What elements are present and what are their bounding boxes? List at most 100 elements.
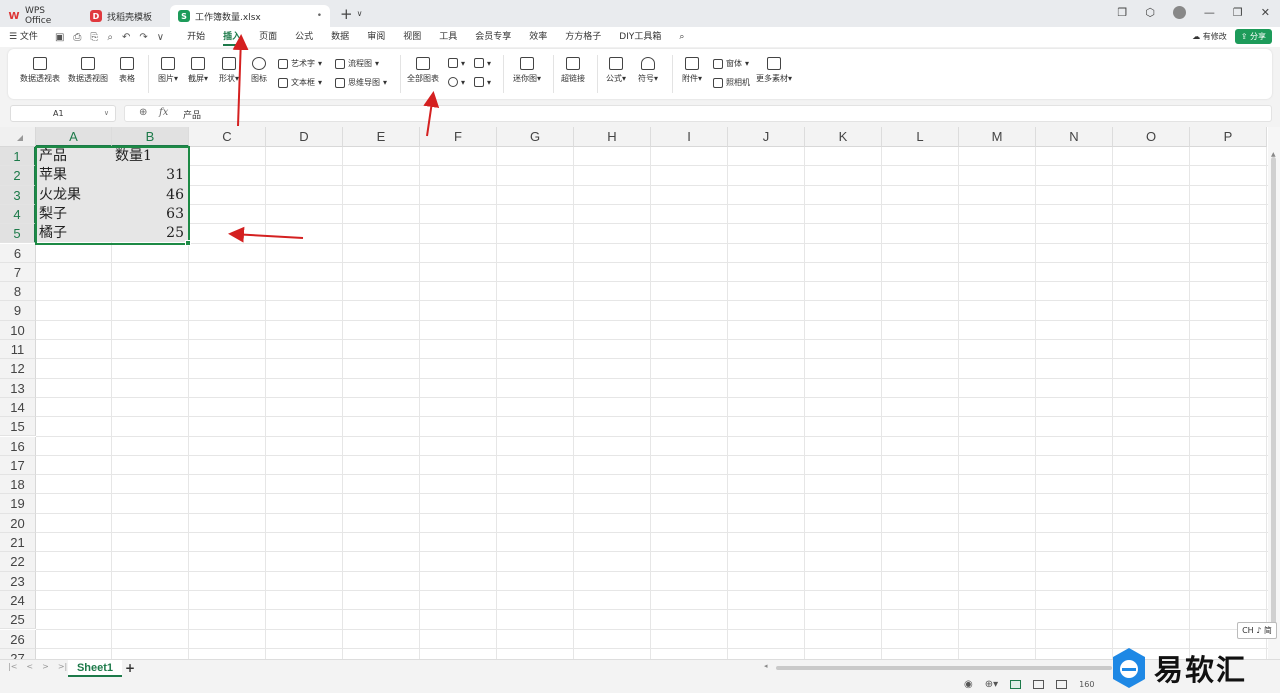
row-header-19[interactable]: 19 xyxy=(0,494,36,514)
pivot-table-button[interactable]: 数据透视表 xyxy=(18,57,62,84)
icon-button[interactable]: 图标 xyxy=(248,57,270,84)
new-tab-button[interactable]: + xyxy=(340,5,353,23)
row-header-7[interactable]: 7 xyxy=(0,262,36,283)
art-text-button[interactable]: 艺术字 ▾ xyxy=(278,58,322,69)
tab-close-icon[interactable]: • xyxy=(317,11,322,21)
col-header-p[interactable]: P xyxy=(1190,127,1267,147)
redo-icon[interactable]: ↷ xyxy=(139,32,147,43)
menu-member[interactable]: 会员专享 xyxy=(466,27,520,47)
table-button[interactable]: 表格 xyxy=(116,57,138,84)
scroll-thumb[interactable] xyxy=(1271,157,1276,627)
row-header-18[interactable]: 18 xyxy=(0,475,36,495)
text-box-button[interactable]: 文本框 ▾ xyxy=(278,77,322,88)
col-header-h[interactable]: H xyxy=(574,127,651,147)
col-header-d[interactable]: D xyxy=(266,127,343,147)
row-header-26[interactable]: 26 xyxy=(0,629,36,649)
tab-workbook[interactable]: S 工作簿数量.xlsx • xyxy=(170,5,330,27)
mindmap-button[interactable]: 思维导图 ▾ xyxy=(335,77,387,88)
col-header-f[interactable]: F xyxy=(420,127,497,147)
column-chart-button[interactable]: ▾ xyxy=(448,58,465,68)
print-icon[interactable]: ⎘ xyxy=(90,32,98,43)
menu-diy-toolbox[interactable]: DIY工具箱 xyxy=(610,27,670,47)
menu-insert[interactable]: 插入 xyxy=(214,27,250,47)
row-header-23[interactable]: 23 xyxy=(0,571,36,591)
tab-list-icon[interactable]: ∨ xyxy=(357,9,363,18)
col-header-k[interactable]: K xyxy=(805,127,882,147)
more-material-button[interactable]: 更多素材▾ xyxy=(753,57,795,84)
row-header-13[interactable]: 13 xyxy=(0,378,36,398)
modified-indicator[interactable]: ☁ 有修改 xyxy=(1192,31,1227,42)
row-header-3[interactable]: 3 xyxy=(0,185,36,205)
form-button[interactable]: 窗体 ▾ xyxy=(713,58,749,69)
data-cell[interactable]: 63 xyxy=(112,204,188,224)
row-header-5[interactable]: 5 xyxy=(0,224,36,244)
row-header-11[interactable]: 11 xyxy=(0,340,36,360)
row-header-16[interactable]: 16 xyxy=(0,436,36,456)
flowchart-button[interactable]: 流程图 ▾ xyxy=(335,58,379,69)
row-header-8[interactable]: 8 xyxy=(0,282,36,302)
row-header-14[interactable]: 14 xyxy=(0,397,36,418)
fill-handle[interactable] xyxy=(185,239,191,246)
row-header-6[interactable]: 6 xyxy=(0,243,36,263)
camera-button[interactable]: 照相机 xyxy=(713,77,750,88)
row-header-4[interactable]: 4 xyxy=(0,204,36,225)
page-break-icon[interactable] xyxy=(1056,680,1068,689)
eye-icon[interactable]: ◉ xyxy=(964,679,973,690)
menu-home[interactable]: 开始 xyxy=(178,27,214,47)
sheet-tab-sheet1[interactable]: Sheet1 xyxy=(68,660,122,677)
row-header-17[interactable]: 17 xyxy=(0,455,36,476)
chevron-down-icon[interactable]: ∨ xyxy=(104,106,109,121)
data-cell[interactable]: 25 xyxy=(112,224,188,243)
row-header-1[interactable]: 1 xyxy=(0,147,36,167)
col-header-e[interactable]: E xyxy=(343,127,420,147)
row-header-27[interactable]: 27 xyxy=(0,648,36,659)
normal-view-icon[interactable] xyxy=(1010,680,1022,689)
prev-sheet-icon[interactable]: < xyxy=(26,662,33,671)
sparkline-button[interactable]: 迷你图▾ xyxy=(509,57,545,84)
last-sheet-icon[interactable]: >| xyxy=(58,662,67,671)
menu-page[interactable]: 页面 xyxy=(250,27,286,47)
hscroll-thumb[interactable] xyxy=(776,666,1112,670)
screenshot-button[interactable]: 截屏▾ xyxy=(184,57,212,84)
select-all-corner[interactable] xyxy=(0,127,36,147)
first-sheet-icon[interactable]: |< xyxy=(8,662,17,671)
close-window-icon[interactable]: ✕ xyxy=(1261,6,1270,19)
col-header-c[interactable]: C xyxy=(189,127,266,147)
header-cell[interactable]: 产品 xyxy=(36,147,111,166)
crosshair-icon[interactable]: ⊕▾ xyxy=(985,679,998,690)
print-preview-icon[interactable]: ⌕ xyxy=(107,32,113,43)
shape-button[interactable]: 形状▾ xyxy=(215,57,243,84)
scatter-chart-button[interactable]: ▾ xyxy=(474,77,491,87)
pivot-chart-button[interactable]: 数据透视图 xyxy=(66,57,110,84)
line-chart-button[interactable]: ▾ xyxy=(474,58,491,68)
minimize-icon[interactable]: — xyxy=(1204,6,1215,19)
page-layout-icon[interactable] xyxy=(1033,680,1045,689)
formula-button[interactable]: 公式▾ xyxy=(602,57,630,84)
row-header-22[interactable]: 22 xyxy=(0,552,36,572)
row-header-24[interactable]: 24 xyxy=(0,590,36,611)
tab-template[interactable]: D 找稻壳模板 xyxy=(82,5,170,27)
vertical-scrollbar[interactable]: ▲ xyxy=(1268,127,1280,659)
save-icon[interactable]: ▣ xyxy=(55,32,64,43)
row-header-15[interactable]: 15 xyxy=(0,417,36,437)
data-cell[interactable]: 梨子 xyxy=(36,204,111,224)
formula-input[interactable]: ⊕ fx 产品 xyxy=(124,105,1272,122)
symbol-button[interactable]: 符号▾ xyxy=(634,57,662,84)
col-header-a[interactable]: A xyxy=(36,127,112,147)
menu-tools[interactable]: 工具 xyxy=(430,27,466,47)
menu-efficiency[interactable]: 效率 xyxy=(520,27,556,47)
ime-indicator[interactable]: CH ♪ 简 xyxy=(1237,622,1277,639)
col-header-m[interactable]: M xyxy=(959,127,1036,147)
header-cell[interactable]: 数量1 xyxy=(112,147,188,166)
row-header-2[interactable]: 2 xyxy=(0,166,36,186)
spreadsheet-grid[interactable]: A B C D E F G H I J K L M N O P 1 2 3 4 5 6 7 8 9 10 11 12 13 14 15 16 1… xyxy=(0,127,1268,659)
data-cell[interactable]: 46 xyxy=(112,185,188,204)
chevron-down-icon[interactable]: ∨ xyxy=(157,32,164,43)
file-menu[interactable]: ☰ 文件 xyxy=(0,27,47,47)
col-header-l[interactable]: L xyxy=(882,127,959,147)
col-header-b[interactable]: B xyxy=(112,127,189,147)
data-cell[interactable]: 苹果 xyxy=(36,166,111,185)
horizontal-scrollbar[interactable]: ◂ xyxy=(764,662,1114,671)
zoom-level[interactable]: 160 xyxy=(1079,680,1094,689)
search-icon[interactable]: ⌕ xyxy=(670,27,693,47)
